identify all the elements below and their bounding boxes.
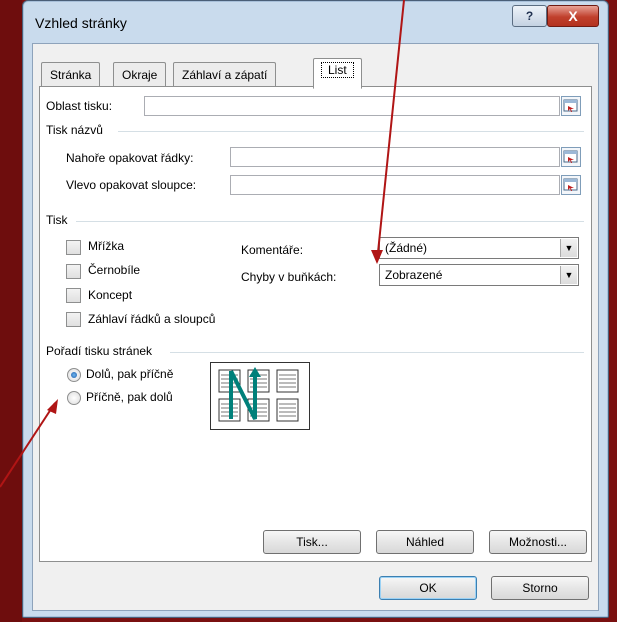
close-button[interactable]: X [547,5,599,27]
divider [118,131,584,132]
cancel-button[interactable]: Storno [491,576,589,600]
background-strip [0,0,22,622]
cell-errors-value: Zobrazené [385,268,443,282]
print-heading: Tisk [46,213,68,227]
print-titles-heading: Tisk názvů [46,123,103,137]
rows-repeat-input[interactable] [230,147,560,167]
down-then-over-radio[interactable] [67,368,81,382]
print-area-input[interactable] [144,96,560,116]
tab-margins-label: Okraje [122,68,158,82]
tab-page[interactable]: Stránka [41,62,101,87]
sheet-panel: Oblast tisku: Tisk názvů Nahoře opakovat… [39,86,592,562]
cols-repeat-input[interactable] [230,175,560,195]
print-button[interactable]: Tisk... [263,530,361,554]
collapse-dialog-icon[interactable] [561,96,581,116]
chevron-down-icon[interactable]: ▼ [560,266,577,284]
chevron-down-icon[interactable]: ▼ [560,239,577,257]
over-then-down-label: Příčně, pak dolů [86,390,173,404]
collapse-dialog-icon[interactable] [561,175,581,195]
window-title: Vzhled stránky [35,15,127,31]
gridlines-label: Mřížka [88,239,124,253]
comments-label: Komentáře: [241,243,304,257]
ok-button[interactable]: OK [379,576,477,600]
page-setup-dialog: Vzhled stránky ? X Stránka Okraje Záhlav… [22,0,609,618]
gridlines-checkbox[interactable] [66,240,81,255]
dialog-client: Stránka Okraje Záhlaví a zápatí List Obl… [32,43,599,611]
over-then-down-radio[interactable] [67,391,81,405]
options-button[interactable]: Možnosti... [489,530,587,554]
preview-button[interactable]: Náhled [376,530,474,554]
draft-label: Koncept [88,288,133,302]
tab-sheet[interactable]: List [313,58,362,89]
page-order-heading: Pořadí tisku stránek [46,344,153,358]
rows-repeat-label: Nahoře opakovat řádky: [66,151,194,165]
comments-value: (Žádné) [385,241,428,255]
cols-repeat-label: Vlevo opakovat sloupce: [66,178,197,192]
blackwhite-label: Černobíle [88,263,141,277]
cell-errors-select[interactable]: Zobrazené ▼ [379,264,579,286]
headings-checkbox[interactable] [66,312,81,327]
title-bar: Vzhled stránky ? X [23,1,608,43]
tab-header-footer-label: Záhlaví a zápatí [182,68,268,82]
cell-errors-label: Chyby v buňkách: [241,270,337,284]
page-order-preview [210,362,310,430]
tab-header-footer[interactable]: Záhlaví a zápatí [173,62,277,87]
draft-checkbox[interactable] [66,288,81,303]
headings-label: Záhlaví řádků a sloupců [88,312,216,326]
tab-page-label: Stránka [50,68,92,82]
collapse-dialog-icon[interactable] [561,147,581,167]
tab-sheet-label: List [321,62,354,78]
blackwhite-checkbox[interactable] [66,264,81,279]
down-then-over-label: Dolů, pak příčně [86,367,174,381]
tab-margins[interactable]: Okraje [113,62,167,87]
divider [170,352,584,353]
divider [76,221,584,222]
print-area-label: Oblast tisku: [46,99,113,113]
help-button[interactable]: ? [512,5,547,27]
comments-select[interactable]: (Žádné) ▼ [379,237,579,259]
